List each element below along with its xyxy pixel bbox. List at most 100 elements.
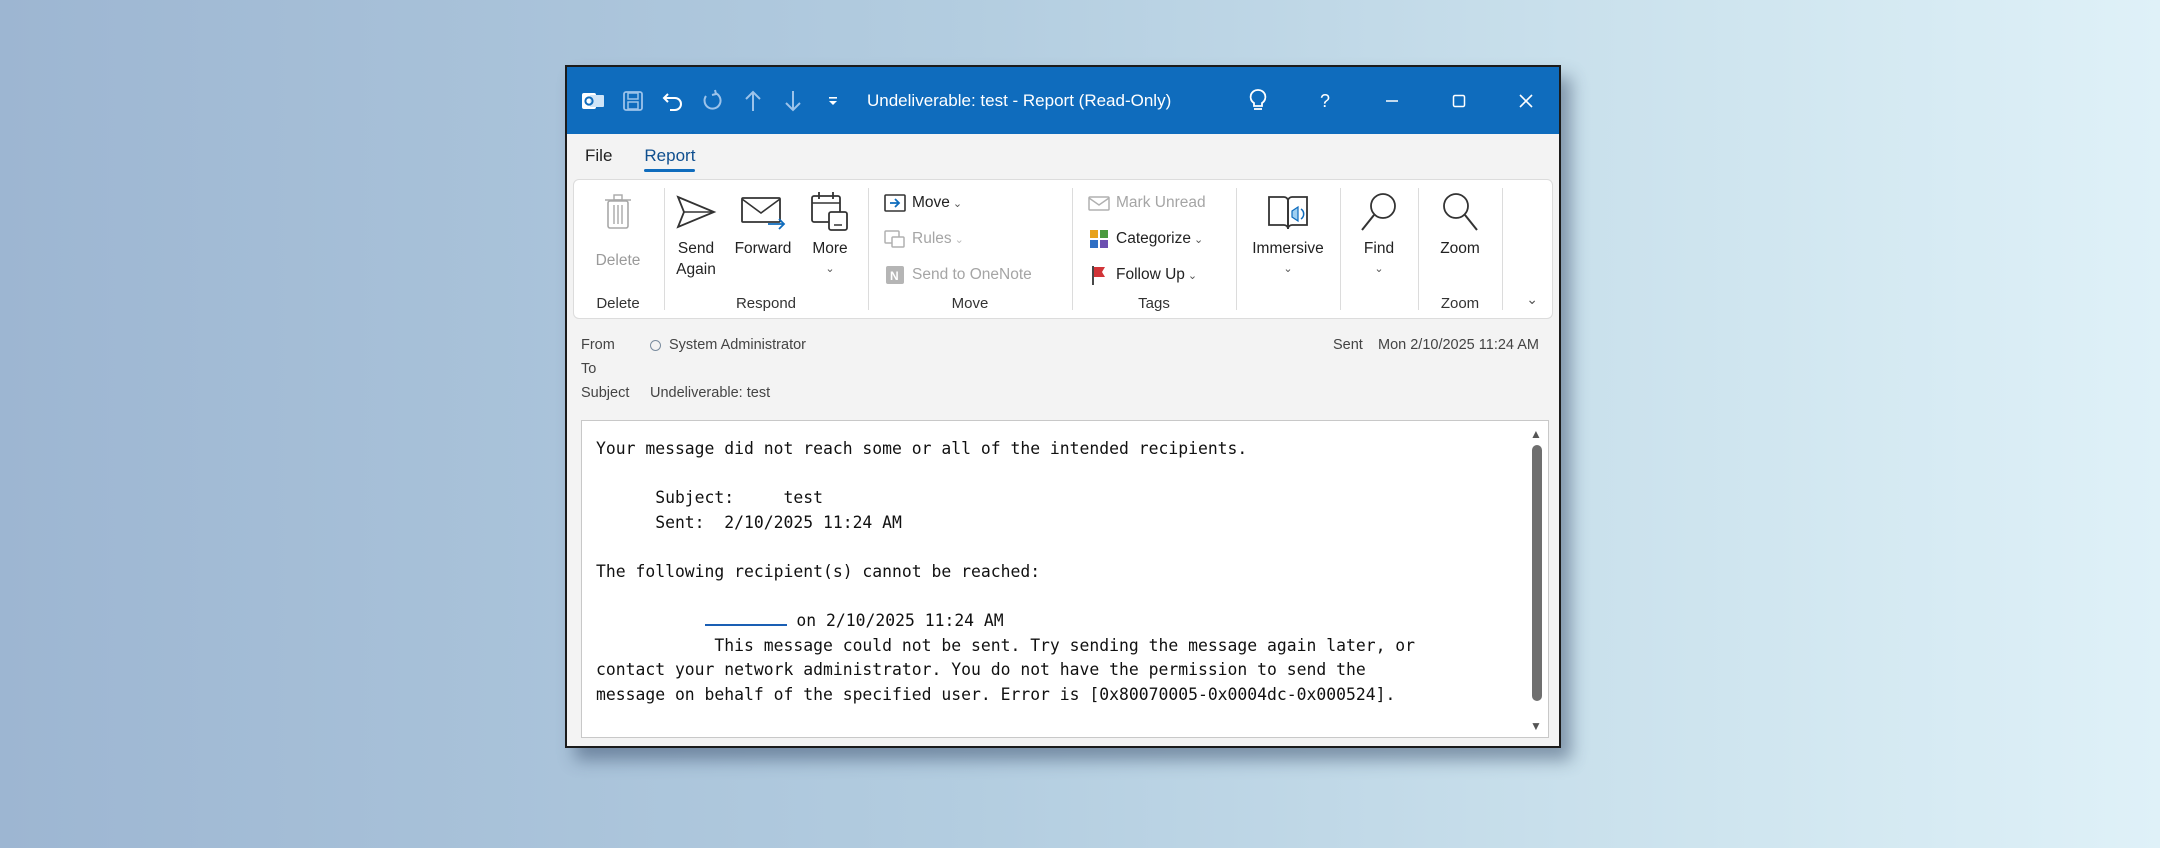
title-bar: Undeliverable: test - Report (Read-Only)… — [567, 67, 1559, 134]
body-sent-line: Sent: 2/10/2025 11:24 AM — [596, 512, 902, 532]
undo-icon[interactable] — [653, 67, 693, 134]
categorize-label: Categorize — [1116, 230, 1191, 247]
find-group: Find ⌄ — [1342, 180, 1416, 320]
more-button[interactable]: More ⌄ — [800, 186, 860, 280]
find-label: Find — [1363, 240, 1395, 257]
send-again-label-2: Again — [676, 261, 716, 278]
lightbulb-icon[interactable] — [1224, 67, 1291, 134]
immersive-label: Immersive — [1252, 240, 1324, 257]
save-icon[interactable] — [613, 67, 653, 134]
delete-group-label: Delete — [596, 295, 640, 312]
body-subject-line: Subject: test — [596, 488, 823, 508]
presence-status-icon — [650, 339, 661, 351]
forward-button[interactable]: Forward — [726, 186, 800, 259]
delete-button[interactable]: Delete — [574, 186, 662, 271]
forward-label: Forward — [734, 240, 792, 257]
from-value-row[interactable]: System Administrator — [650, 337, 806, 353]
categorize-button[interactable]: Categorize ⌄ — [1086, 222, 1203, 256]
chevron-down-icon: ⌄ — [1283, 263, 1293, 275]
more-label: More — [812, 240, 848, 257]
follow-up-button[interactable]: Follow Up ⌄ — [1086, 258, 1197, 292]
divider — [1236, 188, 1237, 310]
subject-value: Undeliverable: test — [650, 385, 771, 401]
divider — [1418, 188, 1419, 310]
chevron-down-icon: ⌄ — [1187, 269, 1198, 282]
tab-file[interactable]: File — [585, 146, 612, 174]
immersive-group: Immersive ⌄ — [1238, 180, 1338, 320]
send-again-button[interactable]: Send Again — [666, 186, 726, 280]
chevron-down-icon: ⌄ — [954, 233, 964, 246]
tags-group-label: Tags — [1138, 295, 1170, 312]
recipient-link[interactable] — [704, 610, 787, 627]
tags-group: Mark Unread Categorize ⌄ Follow Up ⌄ Tag… — [1074, 180, 1234, 320]
recipient-line: on 2/10/2025 11:24 AM — [596, 609, 1506, 634]
chevron-down-icon: ⌄ — [1374, 263, 1384, 275]
redo-icon[interactable] — [693, 67, 733, 134]
window-title: Undeliverable: test - Report (Read-Only) — [867, 91, 1172, 110]
help-icon[interactable]: ? — [1291, 67, 1358, 134]
mark-unread-button[interactable]: Mark Unread — [1086, 186, 1206, 220]
close-icon[interactable] — [1492, 67, 1559, 134]
down-icon[interactable] — [773, 67, 813, 134]
zoom-button[interactable]: Zoom — [1420, 186, 1500, 259]
vertical-scrollbar[interactable]: ▲ ▼ — [1526, 423, 1546, 735]
onenote-label: Send to OneNote — [912, 266, 1032, 283]
minimize-icon[interactable] — [1358, 67, 1425, 134]
error-line-1: This message could not be sent. Try send… — [596, 635, 1416, 655]
categorize-icon — [1086, 226, 1112, 252]
body-line-not-reached: Your message did not reach some or all o… — [596, 439, 1248, 458]
trash-icon — [574, 186, 662, 238]
rules-button[interactable]: Rules ⌄ — [882, 222, 964, 256]
recipient-date: on 2/10/2025 11:24 AM — [786, 611, 1004, 631]
zoom-group-label: Zoom — [1440, 295, 1480, 312]
sent-value: Mon 2/10/2025 11:24 AM — [1378, 337, 1539, 353]
scroll-down-arrow-icon[interactable]: ▼ — [1530, 719, 1542, 733]
search-icon — [1342, 186, 1416, 238]
delete-group: Delete Delete — [574, 180, 662, 320]
move-group-label: Move — [951, 295, 989, 312]
svg-text:?: ? — [1320, 91, 1330, 111]
immersive-reader-icon — [1238, 186, 1338, 238]
collapse-ribbon-chevron-icon[interactable]: ⌄ — [1526, 291, 1538, 308]
scroll-up-arrow-icon[interactable]: ▲ — [1530, 427, 1542, 441]
divider — [1072, 188, 1073, 310]
sent-label: Sent — [1333, 337, 1363, 353]
flag-icon — [1086, 262, 1112, 288]
immersive-reader-button[interactable]: Immersive ⌄ — [1238, 186, 1338, 280]
from-label: From — [581, 337, 615, 353]
menu-bar: File Report — [567, 134, 1559, 174]
to-label: To — [581, 361, 597, 377]
send-to-onenote-button[interactable]: N Send to OneNote — [882, 258, 1032, 292]
forward-mail-icon — [726, 186, 800, 238]
svg-text:N: N — [890, 269, 899, 283]
zoom-label: Zoom — [1440, 240, 1480, 257]
divider — [664, 188, 665, 310]
chevron-down-icon: ⌄ — [1193, 233, 1204, 246]
move-button[interactable]: Move ⌄ — [882, 186, 962, 220]
outlook-report-window: Undeliverable: test - Report (Read-Only)… — [565, 65, 1561, 748]
maximize-icon[interactable] — [1425, 67, 1492, 134]
message-text: Your message did not reach some or all o… — [596, 437, 1506, 708]
rules-label: Rules — [912, 230, 952, 247]
delete-label: Delete — [595, 252, 641, 269]
subject-label: Subject — [581, 385, 630, 401]
follow-up-label: Follow Up — [1116, 266, 1185, 283]
body-cannot-reach-line: The following recipient(s) cannot be rea… — [596, 561, 1041, 581]
zoom-icon — [1420, 186, 1500, 238]
send-icon — [666, 186, 726, 238]
customize-icon[interactable] — [813, 67, 853, 134]
ribbon: Delete Delete Send Again Forward More ⌄ … — [573, 179, 1553, 319]
respond-group: Send Again Forward More ⌄ Respond — [666, 180, 866, 320]
chevron-down-icon: ⌄ — [825, 263, 835, 275]
outlook-app-icon — [573, 67, 613, 134]
move-group: Move ⌄ Rules ⌄ N Send to OneNote Move — [870, 180, 1070, 320]
move-label: Move — [912, 194, 950, 211]
find-button[interactable]: Find ⌄ — [1342, 186, 1416, 280]
tab-report[interactable]: Report — [644, 146, 696, 174]
divider — [1340, 188, 1341, 310]
move-icon — [882, 190, 908, 216]
up-icon[interactable] — [733, 67, 773, 134]
error-line-2: contact your network administrator. You … — [596, 660, 1366, 680]
message-body[interactable]: Your message did not reach some or all o… — [581, 420, 1549, 738]
scrollbar-thumb[interactable] — [1532, 445, 1542, 701]
